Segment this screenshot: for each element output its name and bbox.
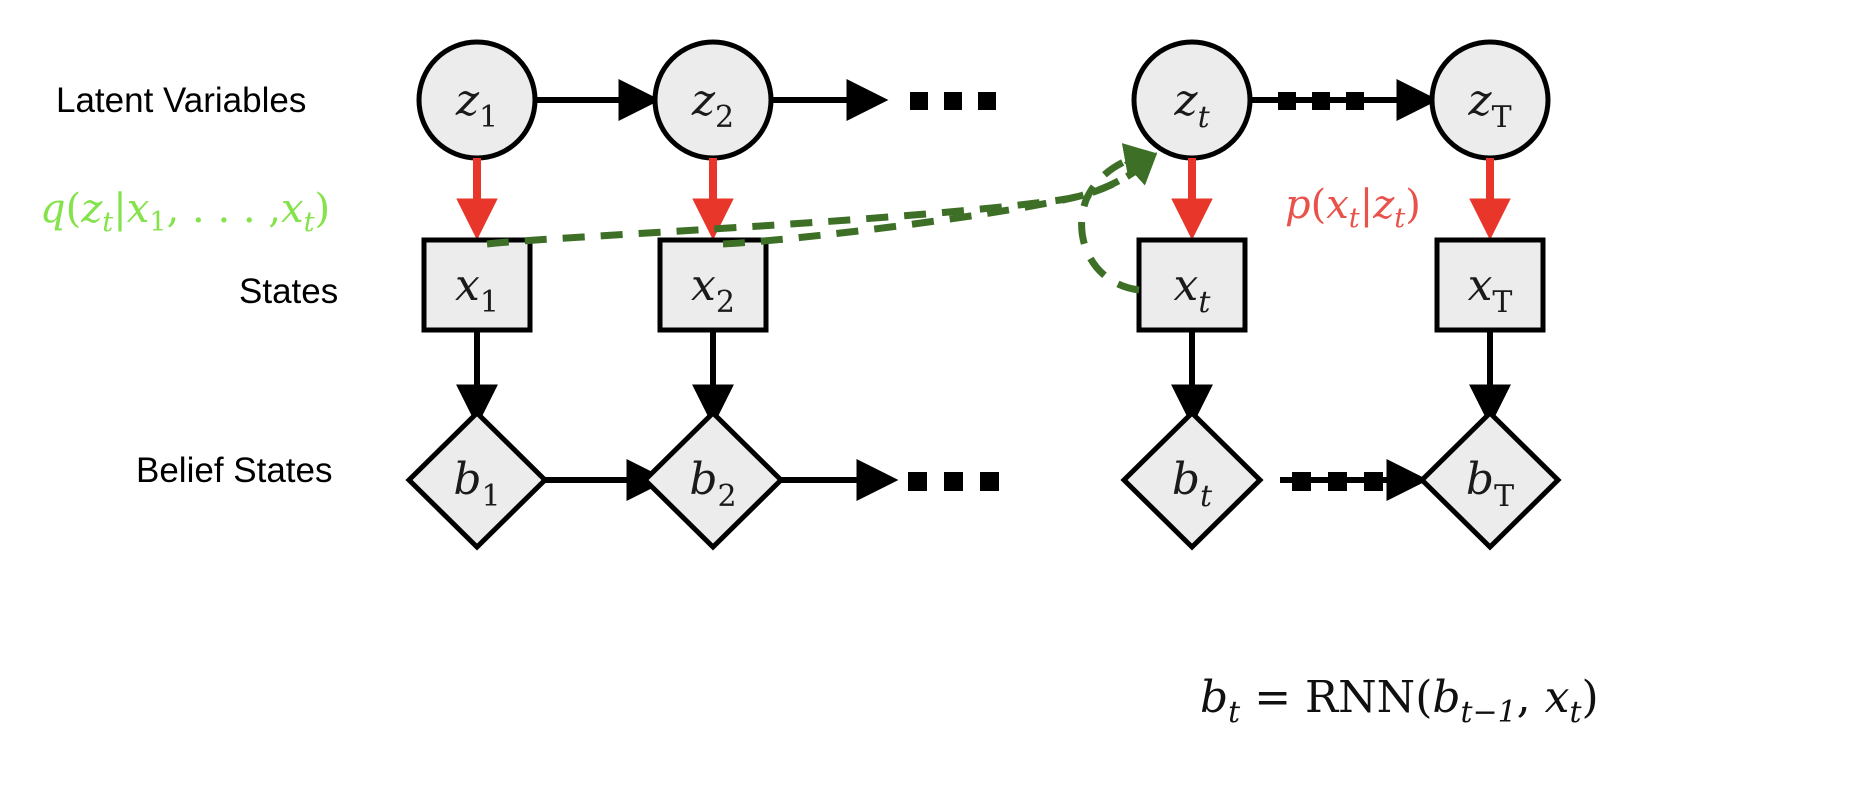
- rnn-equation: bt = RNN(bt−1, xt): [1200, 672, 1599, 730]
- belief-node-bT[interactable]: bT: [1418, 409, 1562, 551]
- ellipsis-belief-right: [1292, 472, 1383, 491]
- belief-node-b1[interactable]: b1: [405, 409, 549, 551]
- row-label-states: States: [239, 272, 338, 311]
- state-node-x2[interactable]: x2: [657, 237, 769, 333]
- latent-node-zT[interactable]: zT: [1429, 39, 1551, 161]
- state-node-x1[interactable]: x1: [421, 237, 533, 333]
- latent-node-zt[interactable]: zt: [1131, 39, 1253, 161]
- latent-node-z1[interactable]: z1: [416, 39, 538, 161]
- inference-distribution-label: q(zt|x1, . . . ,xt): [40, 186, 330, 238]
- inference-edges: [486, 143, 1158, 294]
- edge-x1-to-zt-dashed: [486, 153, 1158, 248]
- row-label-latent-variables: Latent Variables: [56, 81, 306, 120]
- belief-node-bt[interactable]: bt: [1120, 409, 1264, 551]
- belief-node-b2[interactable]: b2: [641, 409, 785, 551]
- latent-node-z2[interactable]: z2: [652, 39, 774, 161]
- belief-update-edges: [456, 330, 1511, 427]
- state-node-xT[interactable]: xT: [1434, 237, 1546, 333]
- ellipsis-latent-right: [1278, 92, 1364, 110]
- state-node-xt[interactable]: xt: [1136, 237, 1248, 333]
- row-label-belief-states: Belief States: [136, 451, 333, 490]
- generative-distribution-label: p(xt|zt): [1285, 182, 1421, 234]
- diagram-canvas: Latent Variables States Belief States z1…: [0, 0, 1856, 808]
- ellipsis-belief-left: [908, 472, 999, 491]
- graphical-model-svg: Latent Variables States Belief States z1…: [40, 39, 1599, 730]
- ellipsis-latent-left: [910, 92, 996, 110]
